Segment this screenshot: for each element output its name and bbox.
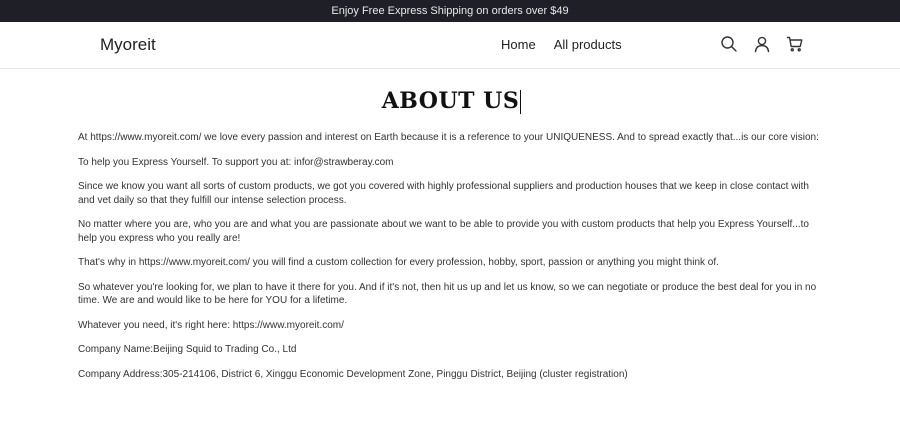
nav-home[interactable]: Home	[501, 36, 536, 54]
about-paragraph: That's why in https://www.myoreit.com/ y…	[78, 257, 719, 268]
account-icon[interactable]	[753, 35, 771, 53]
cart-icon[interactable]	[786, 35, 804, 53]
about-paragraph: So whatever you're looking for, we plan …	[78, 281, 817, 307]
page-title-text: ABOUT US	[381, 88, 520, 114]
about-paragraph: Since we know you want all sorts of cust…	[78, 181, 809, 206]
announcement-bar: Enjoy Free Express Shipping on orders ov…	[0, 0, 900, 22]
about-paragraph: To help you Express Yourself. To support…	[78, 156, 394, 168]
site-header: Myoreit Home All products	[0, 22, 900, 69]
about-paragraph: At https://www.myoreit.com/ we love ever…	[78, 132, 819, 143]
about-paragraph: No matter where you are, who you are and…	[78, 219, 809, 244]
company-name: Company Name:Beijing Squid to Trading Co…	[78, 344, 297, 355]
page-title: ABOUT US	[79, 86, 824, 116]
nav-all-products[interactable]: All products	[554, 36, 622, 54]
about-paragraph: Whatever you need, it's right here: http…	[78, 319, 344, 331]
page-content: ABOUT US At https://www.myoreit.com/ we …	[78, 86, 823, 392]
search-icon[interactable]	[720, 35, 738, 53]
company-address: Company Address:305-214106, District 6, …	[78, 368, 628, 380]
header-icons	[720, 35, 804, 53]
site-logo[interactable]: Myoreit	[100, 34, 156, 56]
main-nav: Home All products	[501, 36, 622, 54]
text-cursor	[520, 90, 522, 114]
announcement-text: Enjoy Free Express Shipping on orders ov…	[331, 5, 569, 17]
